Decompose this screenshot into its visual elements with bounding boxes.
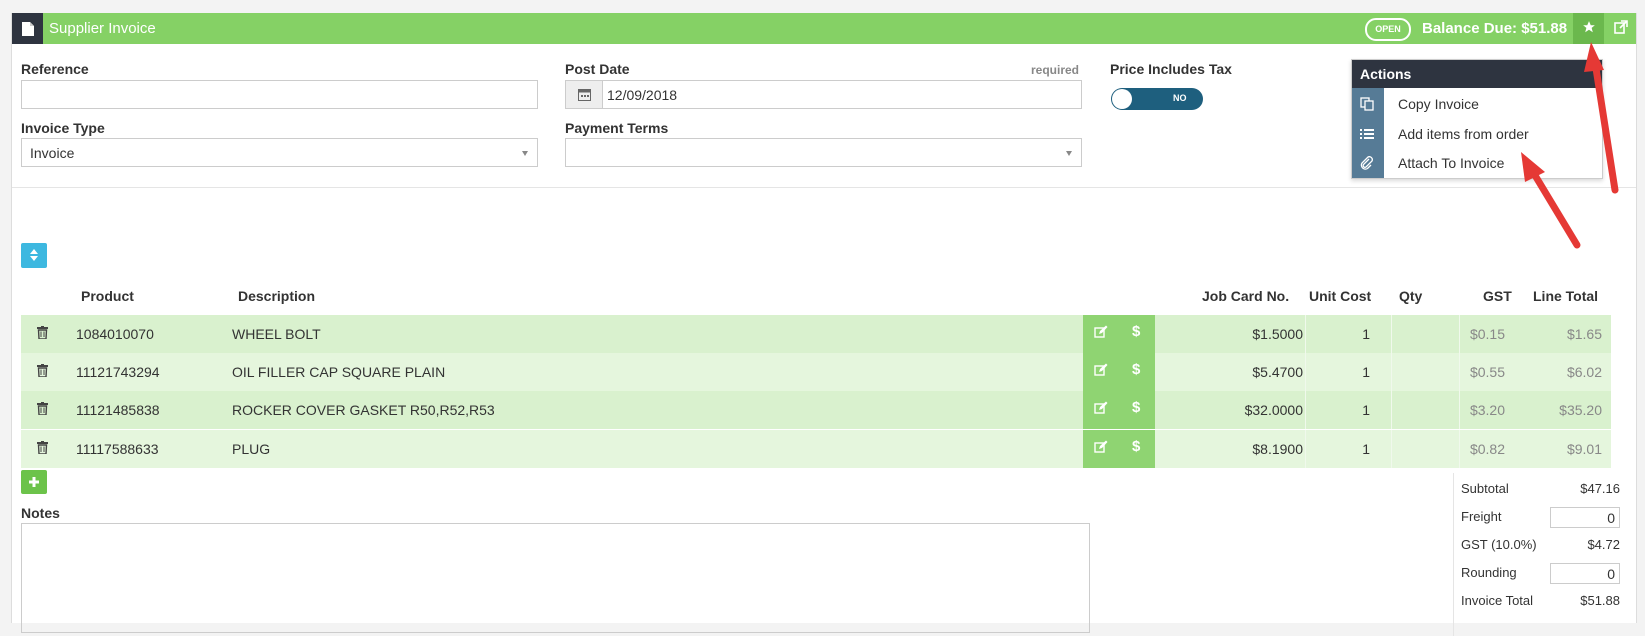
annotation-arrows [1521,42,1619,249]
arrow-to-star-button [1584,42,1619,194]
arrow-to-attach-to-invoice [1521,152,1581,249]
